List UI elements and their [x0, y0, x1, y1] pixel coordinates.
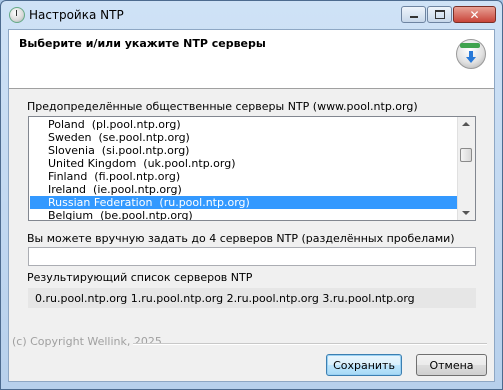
copyright-text: (c) Copyright Wellink, 2025 — [12, 335, 162, 348]
manual-servers-label: Вы можете вручную задать до 4 серверов N… — [27, 232, 455, 245]
list-item[interactable]: Finland (fi.pool.ntp.org) — [30, 170, 459, 183]
download-arrow-icon — [466, 51, 476, 63]
minimize-button[interactable] — [401, 6, 426, 23]
footer-divider — [133, 343, 487, 345]
result-list-box: 0.ru.pool.ntp.org 1.ru.pool.ntp.org 2.ru… — [28, 288, 476, 308]
logo-band — [460, 43, 480, 48]
ntp-logo-icon — [456, 39, 486, 69]
list-item[interactable]: Poland (pl.pool.ntp.org) — [30, 118, 459, 131]
scroll-down-icon[interactable] — [462, 211, 470, 215]
predefined-servers-label: Предопределённые общественные серверы NT… — [27, 100, 418, 113]
close-button[interactable]: ✕ — [453, 6, 496, 23]
window-title: Настройка NTP — [29, 8, 124, 22]
manual-servers-input[interactable] — [28, 247, 476, 266]
list-item[interactable]: Ireland (ie.pool.ntp.org) — [30, 183, 459, 196]
list-item[interactable]: Belgium (be.pool.ntp.org) — [30, 209, 459, 220]
result-list-value: 0.ru.pool.ntp.org 1.ru.pool.ntp.org 2.ru… — [35, 292, 415, 305]
ntp-settings-window: Настройка NTP ✕ Выберите и/или укажите N… — [0, 0, 503, 390]
maximize-icon — [434, 10, 445, 19]
title-bar[interactable]: Настройка NTP ✕ — [1, 1, 502, 29]
result-list-label: Результирующий список серверов NTP — [27, 271, 253, 284]
close-icon: ✕ — [469, 7, 480, 22]
save-button[interactable]: Сохранить — [326, 354, 402, 376]
list-item[interactable]: Slovenia (si.pool.ntp.org) — [30, 144, 459, 157]
dialog-body: Выберите и/или укажите NTP серверы Предо… — [8, 29, 495, 382]
list-item[interactable]: United Kingdom (uk.pool.ntp.org) — [30, 157, 459, 170]
scroll-up-icon[interactable] — [462, 122, 470, 126]
scroll-thumb[interactable] — [460, 148, 472, 162]
predefined-servers-list[interactable]: Poland (pl.pool.ntp.org) Sweden (se.pool… — [28, 116, 476, 221]
minimize-icon — [409, 16, 418, 18]
clock-icon — [9, 7, 25, 23]
list-item-selected[interactable]: Russian Federation (ru.pool.ntp.org) — [30, 196, 459, 209]
cancel-button[interactable]: Отмена — [416, 354, 487, 376]
list-scrollbar[interactable] — [457, 117, 475, 220]
maximize-button[interactable] — [427, 6, 452, 23]
header-area: Выберите и/или укажите NTP серверы — [9, 30, 494, 89]
list-item[interactable]: Sweden (se.pool.ntp.org) — [30, 131, 459, 144]
header-title: Выберите и/или укажите NTP серверы — [19, 37, 266, 50]
